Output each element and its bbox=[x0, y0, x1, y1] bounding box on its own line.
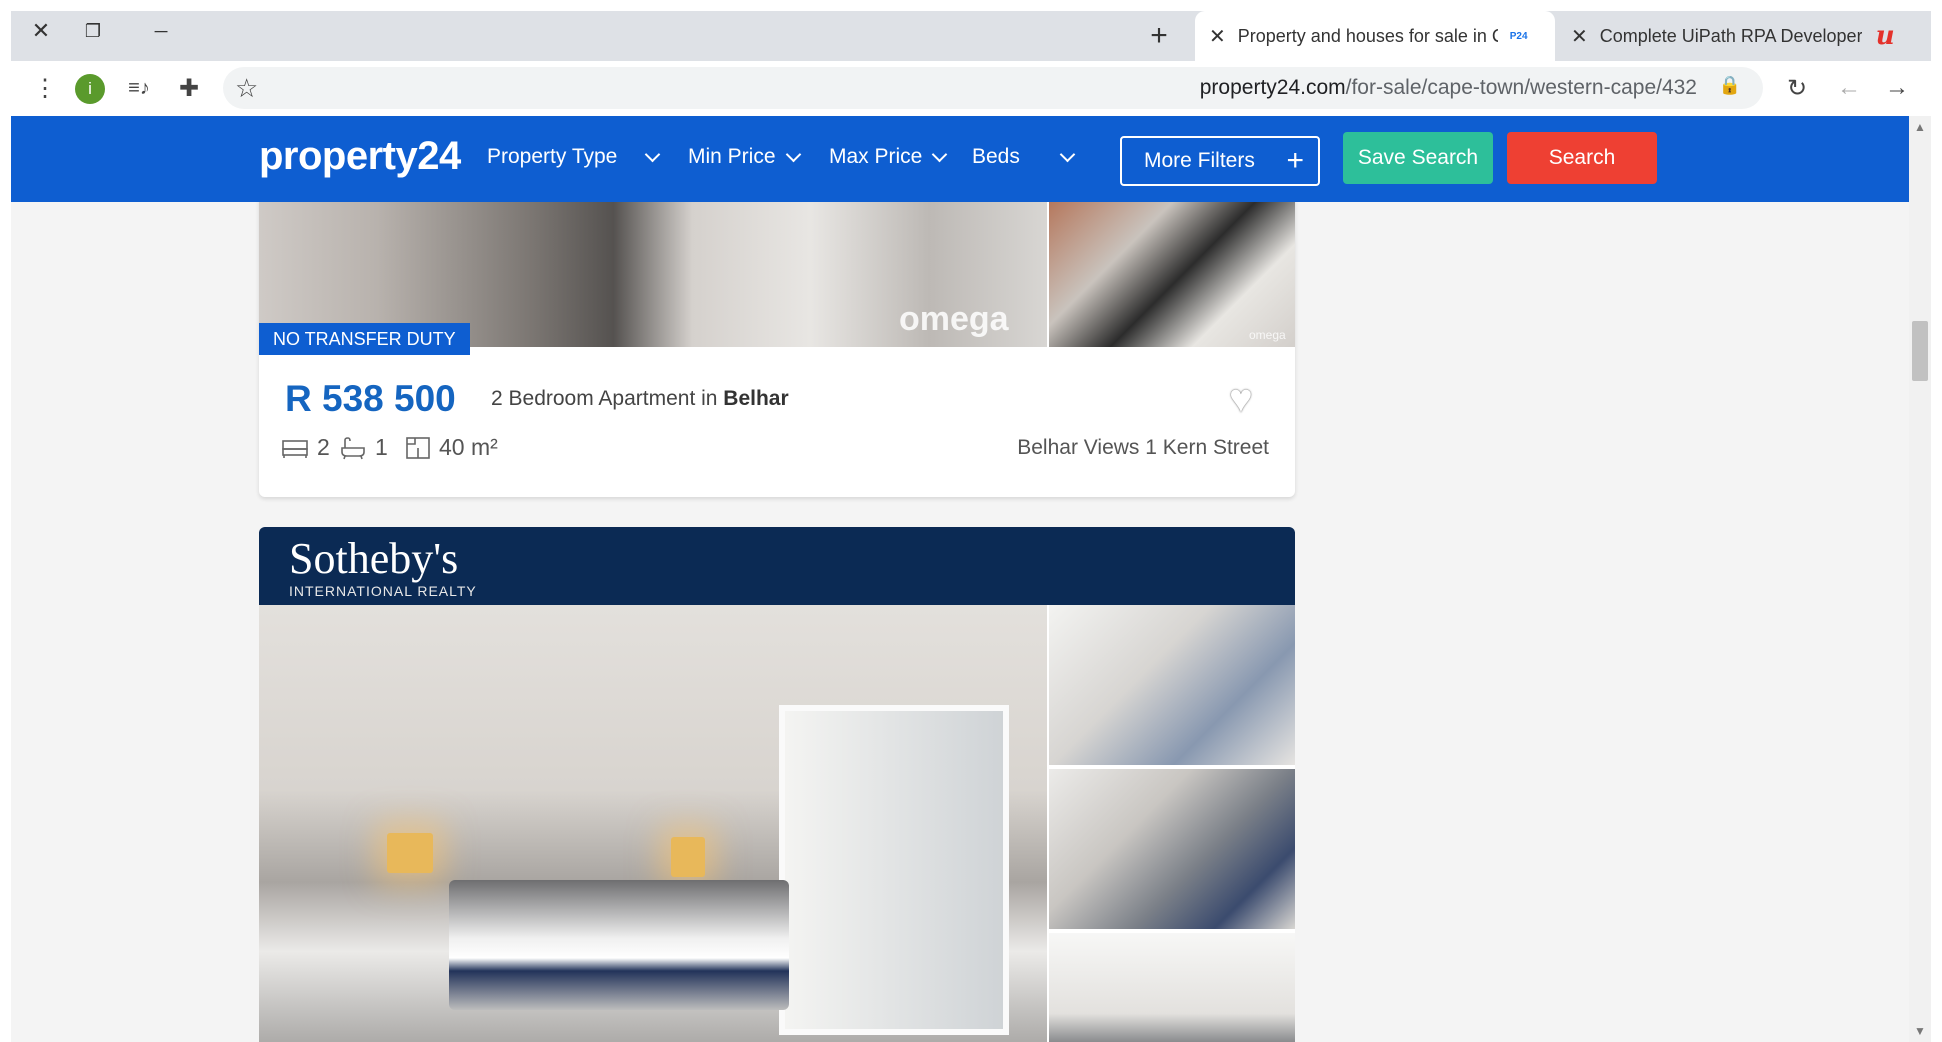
puzzle-icon: ✚ bbox=[178, 74, 200, 102]
browser-toolbar: ⋮ i ≡♪ ✚ ☆ property24.com/for-sale/cape-… bbox=[11, 61, 1931, 115]
bathrooms-count: 1 bbox=[375, 434, 388, 460]
chevron-down-icon bbox=[932, 146, 948, 162]
listing-suburb: Belhar bbox=[723, 387, 789, 410]
forward-arrow-icon: → bbox=[1885, 74, 1909, 101]
photo-lamp bbox=[671, 837, 705, 877]
window-close-button[interactable]: ✕ bbox=[11, 11, 71, 51]
listing-main-photo[interactable] bbox=[259, 605, 1047, 1042]
property24-logo[interactable]: property24 bbox=[259, 134, 461, 179]
omega-watermark-small: omega bbox=[1249, 328, 1286, 342]
tab-title: Complete UiPath RPA Developer bbox=[1599, 25, 1862, 46]
extensions-button[interactable]: ✚ bbox=[169, 69, 209, 107]
chevron-down-icon bbox=[785, 146, 801, 162]
search-button[interactable]: Search bbox=[1507, 132, 1657, 184]
lock-icon[interactable]: 🔒 bbox=[1719, 75, 1741, 96]
listing-description[interactable]: 2 Bedroom Apartment in Belhar bbox=[491, 387, 789, 411]
bathrooms-feature: 1 bbox=[339, 434, 388, 461]
listing-card[interactable]: Sotheby's INTERNATIONAL REALTY bbox=[259, 527, 1295, 1042]
listing-side-photo[interactable] bbox=[1049, 769, 1295, 929]
kebab-menu-icon: ⋮ bbox=[33, 74, 57, 102]
url-domain: property24.com bbox=[1199, 76, 1346, 99]
agency-subtitle: INTERNATIONAL REALTY bbox=[289, 583, 477, 599]
listing-address: Belhar Views 1 Kern Street bbox=[1017, 436, 1269, 459]
bed-icon bbox=[282, 439, 308, 458]
plus-icon: + bbox=[1286, 144, 1304, 177]
listings-content: omega omega NO TRANSFER DUTY R 538 500 2… bbox=[11, 202, 1909, 1042]
chevron-down-icon bbox=[645, 146, 661, 162]
photo-lamp bbox=[387, 833, 433, 873]
agency-logo: Sotheby's bbox=[289, 534, 459, 583]
nav-label: Property Type bbox=[487, 145, 618, 168]
plus-icon: + bbox=[1150, 19, 1168, 52]
floor-size-icon bbox=[406, 436, 430, 459]
tab-uipath[interactable]: ✕ Complete UiPath RPA Developer u bbox=[1557, 11, 1931, 61]
back-arrow-icon: ← bbox=[1837, 74, 1861, 101]
nav-min-price[interactable]: Min Price bbox=[688, 145, 801, 169]
restore-icon: ❐ bbox=[84, 20, 102, 41]
listing-price: R 538 500 bbox=[285, 378, 456, 419]
tab-title: Property and houses for sale in C bbox=[1237, 25, 1498, 46]
bedrooms-feature: 2 bbox=[281, 434, 330, 461]
browser-window: ✕ ❐ ─ + ✕ Property and houses for sale i… bbox=[11, 11, 1931, 1042]
nav-beds[interactable]: Beds bbox=[972, 145, 1076, 169]
agency-banner[interactable]: Sotheby's INTERNATIONAL REALTY bbox=[259, 527, 1295, 605]
back-button[interactable]: ← bbox=[1829, 69, 1869, 107]
nav-max-price[interactable]: Max Price bbox=[829, 145, 948, 169]
url-path: /for-sale/cape-town/western-cape/432 bbox=[1345, 76, 1697, 99]
bedrooms-count: 2 bbox=[317, 434, 330, 460]
media-queue-icon: ≡♪ bbox=[128, 76, 150, 99]
page-scrollbar[interactable]: ▲ ▼ bbox=[1909, 116, 1931, 1042]
listing-card[interactable]: omega omega NO TRANSFER DUTY R 538 500 2… bbox=[259, 202, 1295, 497]
property24-favicon-icon: P24 bbox=[1509, 30, 1528, 42]
scrollbar-thumb[interactable] bbox=[1912, 321, 1928, 381]
media-control-button[interactable]: ≡♪ bbox=[119, 69, 159, 107]
no-transfer-duty-badge: NO TRANSFER DUTY bbox=[259, 323, 470, 355]
nav-property-type[interactable]: Property Type bbox=[487, 145, 661, 169]
omega-watermark: omega bbox=[899, 300, 1009, 338]
tab-strip: ✕ ❐ ─ + ✕ Property and houses for sale i… bbox=[11, 11, 1931, 61]
listing-side-photo[interactable]: omega bbox=[1049, 202, 1295, 347]
chevron-down-icon bbox=[1059, 146, 1076, 162]
profile-avatar[interactable]: i bbox=[75, 74, 105, 104]
save-search-button[interactable]: Save Search bbox=[1343, 132, 1493, 184]
scroll-up-arrow-icon[interactable]: ▲ bbox=[1909, 116, 1931, 138]
tab-property24[interactable]: ✕ Property and houses for sale in C P24 bbox=[1195, 11, 1555, 61]
window-restore-button[interactable]: ❐ bbox=[63, 11, 123, 51]
menu-button[interactable]: ⋮ bbox=[25, 69, 65, 107]
nav-label: Min Price bbox=[688, 145, 776, 168]
more-filters-button[interactable]: More Filters + bbox=[1120, 136, 1320, 186]
tab-close-icon[interactable]: ✕ bbox=[1571, 24, 1588, 49]
close-icon: ✕ bbox=[31, 18, 51, 43]
address-bar[interactable]: ☆ property24.com/for-sale/cape-town/west… bbox=[223, 67, 1763, 109]
nav-label: Max Price bbox=[829, 145, 923, 168]
window-minimize-button[interactable]: ─ bbox=[131, 11, 191, 51]
floor-size-feature: 40 m² bbox=[405, 434, 498, 461]
bookmark-star-icon[interactable]: ☆ bbox=[235, 73, 258, 104]
tab-close-icon[interactable]: ✕ bbox=[1209, 24, 1226, 49]
listing-side-photo[interactable] bbox=[1049, 933, 1295, 1042]
reload-icon: ↻ bbox=[1786, 74, 1808, 102]
favourite-heart-icon[interactable]: ♥ bbox=[1229, 377, 1253, 422]
more-filters-label: More Filters bbox=[1144, 149, 1255, 172]
listing-side-photo[interactable] bbox=[1049, 605, 1295, 765]
profile-initial: i bbox=[88, 79, 92, 98]
listing-type: 2 Bedroom Apartment in bbox=[491, 387, 724, 410]
photo-bed bbox=[449, 880, 789, 1010]
bath-icon bbox=[341, 436, 365, 459]
udemy-favicon-icon: u bbox=[1875, 21, 1895, 51]
scroll-down-arrow-icon[interactable]: ▼ bbox=[1909, 1020, 1931, 1042]
new-tab-button[interactable]: + bbox=[1141, 19, 1177, 52]
reload-button[interactable]: ↻ bbox=[1777, 69, 1817, 107]
forward-button[interactable]: → bbox=[1877, 69, 1917, 107]
url-text: property24.com/for-sale/cape-town/wester… bbox=[1200, 76, 1697, 100]
minimize-icon: ─ bbox=[154, 20, 168, 41]
nav-label: Beds bbox=[972, 145, 1020, 168]
photo-window bbox=[779, 705, 1009, 1035]
site-header: property24 Property Type Min Price Max P… bbox=[11, 116, 1909, 202]
floor-size-value: 40 m² bbox=[439, 434, 498, 460]
